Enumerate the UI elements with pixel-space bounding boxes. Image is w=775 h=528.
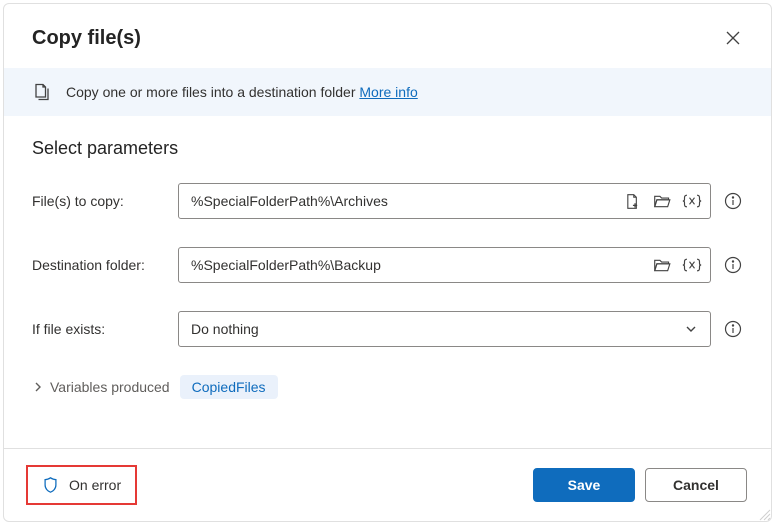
on-error-label: On error <box>69 477 121 493</box>
info-icon <box>724 256 742 274</box>
dialog-footer: On error Save Cancel <box>4 448 771 521</box>
info-icon <box>724 192 742 210</box>
more-info-link[interactable]: More info <box>359 84 417 100</box>
files-to-copy-input-box[interactable] <box>178 183 711 219</box>
chevron-down-icon <box>684 322 698 336</box>
dialog-title: Copy file(s) <box>32 27 141 50</box>
browse-folder-button[interactable] <box>652 255 672 275</box>
files-to-copy-label: File(s) to copy: <box>32 193 162 209</box>
if-file-exists-select[interactable]: Do nothing <box>178 311 711 347</box>
destination-folder-input[interactable] <box>191 257 644 273</box>
dialog-header: Copy file(s) <box>4 4 771 68</box>
copy-files-dialog: Copy file(s) Copy one or more files into… <box>3 3 772 522</box>
variable-icon <box>682 257 702 273</box>
field-row-if-file-exists: If file exists: Do nothing <box>32 311 743 347</box>
resize-grip[interactable] <box>757 507 771 521</box>
copy-icon <box>32 82 52 102</box>
close-button[interactable] <box>719 24 747 52</box>
info-text: Copy one or more files into a destinatio… <box>66 84 418 100</box>
browse-folder-button[interactable] <box>652 191 672 211</box>
folder-open-icon <box>653 193 672 210</box>
save-button[interactable]: Save <box>533 468 635 502</box>
info-icon <box>724 320 742 338</box>
on-error-highlight: On error <box>26 465 137 505</box>
folder-open-icon <box>653 257 672 274</box>
destination-folder-label: Destination folder: <box>32 257 162 273</box>
chevron-right-icon <box>32 381 44 393</box>
variable-icon <box>682 193 702 209</box>
field-row-files-to-copy: File(s) to copy: <box>32 183 743 219</box>
if-file-exists-info[interactable] <box>723 319 743 339</box>
file-picker-icon <box>624 193 641 210</box>
variable-picker-button[interactable] <box>682 255 702 275</box>
if-file-exists-value: Do nothing <box>191 321 259 337</box>
destination-folder-input-box[interactable] <box>178 247 711 283</box>
dialog-content: Select parameters File(s) to copy: <box>4 116 771 448</box>
section-title: Select parameters <box>32 138 743 159</box>
files-to-copy-input[interactable] <box>191 193 614 209</box>
variables-produced-label: Variables produced <box>50 379 170 395</box>
footer-actions: Save Cancel <box>533 468 747 502</box>
field-row-destination-folder: Destination folder: <box>32 247 743 283</box>
variables-produced-row: Variables produced CopiedFiles <box>32 375 743 399</box>
variables-produced-toggle[interactable]: Variables produced <box>32 379 170 395</box>
cancel-button[interactable]: Cancel <box>645 468 747 502</box>
info-bar: Copy one or more files into a destinatio… <box>4 68 771 116</box>
variable-picker-button[interactable] <box>682 191 702 211</box>
if-file-exists-label: If file exists: <box>32 321 162 337</box>
close-icon <box>726 31 740 45</box>
shield-icon <box>42 476 59 494</box>
select-file-button[interactable] <box>622 191 642 211</box>
files-to-copy-info[interactable] <box>723 191 743 211</box>
destination-folder-info[interactable] <box>723 255 743 275</box>
on-error-button[interactable]: On error <box>34 470 129 500</box>
variable-chip-copiedfiles[interactable]: CopiedFiles <box>180 375 278 399</box>
